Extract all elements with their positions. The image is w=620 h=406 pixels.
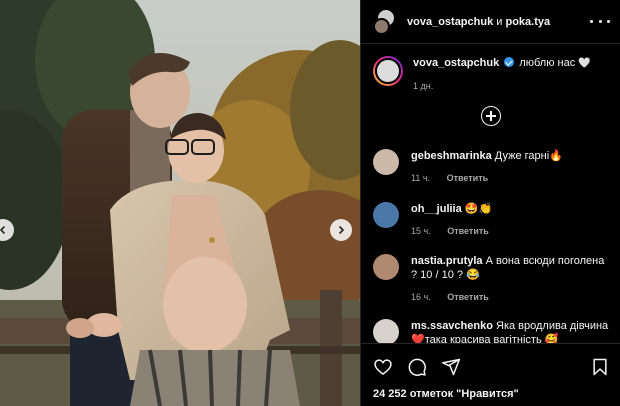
share-button[interactable] [441,357,461,377]
coauthor-username-link[interactable]: poka.tya [505,16,550,28]
likes-label: отметок "Нравится" [409,388,519,400]
comment-username-link[interactable]: ms.ssavchenko [411,320,493,332]
comment-timestamp[interactable]: 16 ч. [411,292,431,302]
fire-emoji: 🔥 [549,150,563,162]
story-ring-avatar[interactable] [373,56,403,86]
comment-timestamp[interactable]: 15 ч. [411,226,431,236]
reply-button[interactable]: Ответить [447,226,489,236]
post-authors: vova_ostapchuk и poka.tya [407,16,590,28]
caption-username-link[interactable]: vova_ostapchuk [413,57,499,69]
comment-item: nastia.prutyla А вона всюди поголена ? 1… [361,254,620,304]
load-more-comments-button[interactable] [481,106,501,126]
next-photo-button[interactable] [330,219,352,241]
laughing-emoji: 😂 [466,269,480,281]
comments-list: gebeshmarinka Дуже гарні🔥 11 ч. Ответить… [361,143,620,343]
chevron-right-icon [338,225,345,235]
comment-icon [408,358,426,376]
comment-item: ms.ssavchenko Яка вродлива дівчина ❤️так… [361,319,620,343]
heart-emoji: ❤️ [411,334,425,343]
caption-timestamp[interactable]: 1 дн. [413,79,591,93]
post-photo[interactable] [0,0,360,406]
avatar[interactable] [373,254,399,280]
verified-badge-icon [504,57,515,67]
comment-button[interactable] [407,357,427,377]
post-side-panel: vova_ostapchuk и poka.tya vova_ostapchuk… [360,0,620,406]
avatar[interactable] [373,319,399,343]
reply-button[interactable]: Ответить [447,173,489,183]
post-header: vova_ostapchuk и poka.tya [361,0,620,44]
smiling-hearts-emoji: 🥰 [544,334,559,343]
collab-avatars[interactable] [373,8,399,35]
share-icon [441,358,461,376]
save-button[interactable] [591,357,609,377]
likes-count[interactable]: 24 252 отметок "Нравится" [361,380,620,400]
comment-timestamp[interactable]: 11 ч. [411,173,430,183]
comment-emoji: 🤩👏 [464,203,493,215]
comment-username-link[interactable]: oh__juliia [411,203,462,215]
post-caption: vova_ostapchuk люблю нас 🤍 1 дн. [361,44,620,93]
comment-item: gebeshmarinka Дуже гарні🔥 11 ч. Ответить [361,149,620,185]
avatar[interactable] [373,149,399,175]
more-icon [590,20,593,23]
more-options-button[interactable] [590,15,610,29]
post-actions: 24 252 отметок "Нравится" [361,343,620,406]
comment-username-link[interactable]: nastia.prutyla [411,255,483,267]
white-heart-emoji: 🤍 [578,58,591,69]
heart-icon [374,359,392,376]
couple-photo-illustration [0,0,360,406]
comment-text-line2: така красива вагітність [424,334,542,343]
comment-username-link[interactable]: gebeshmarinka [411,150,492,162]
caption-text: люблю нас [519,57,576,69]
comment-text: Яка вродлива дівчина [496,320,609,332]
likes-number: 24 252 [373,388,407,400]
chevron-left-icon [0,225,6,235]
authors-conjunction: и [496,15,503,28]
comment-text: Дуже гарні [494,150,550,162]
bookmark-icon [593,358,607,376]
avatar [375,58,401,84]
reply-button[interactable]: Ответить [447,292,489,302]
avatar [373,17,390,35]
comment-item: oh__juliia 🤩👏 15 ч. Ответить [361,202,620,238]
author-username-link[interactable]: vova_ostapchuk [407,16,493,28]
like-button[interactable] [373,357,393,377]
avatar[interactable] [373,202,399,228]
